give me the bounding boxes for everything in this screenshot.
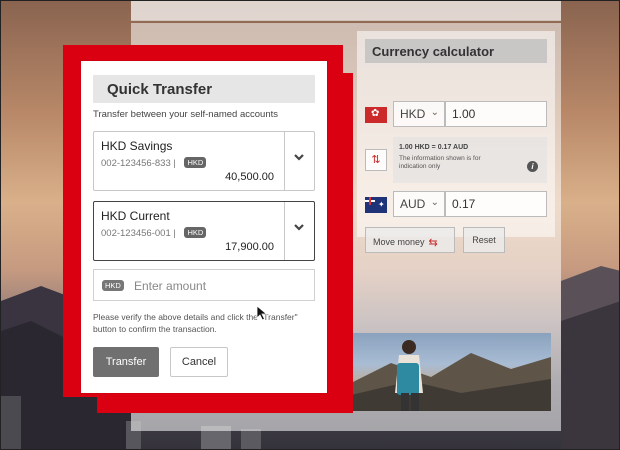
move-money-button[interactable]: Move money ⇆ — [365, 227, 455, 253]
calculator-title: Currency calculator — [365, 39, 547, 63]
exchange-rate-text: 1.00 HKD = 0.17 AUD — [399, 144, 469, 151]
account-number-separator: | — [173, 158, 176, 169]
to-amount-input[interactable]: 0.17 — [445, 191, 547, 217]
account-name: HKD Savings — [101, 139, 173, 153]
page-header-strip — [131, 1, 561, 21]
hong-kong-flag-icon — [365, 107, 387, 123]
currency-calculator: Currency calculator HKD ⌄ 1.00 ⇅ 1.00 HK… — [357, 31, 555, 253]
account-number-separator: | — [173, 228, 176, 239]
to-currency-label: AUD — [400, 197, 426, 211]
currency-badge: HKD — [102, 280, 124, 291]
amount-field[interactable]: HKD — [93, 269, 315, 301]
modal-red-shadow-bottom — [97, 397, 353, 413]
transfer-button[interactable]: Transfer — [93, 347, 159, 377]
from-currency-label: HKD — [400, 107, 426, 121]
promo-image — [351, 333, 551, 411]
chevron-down-icon: ⌄ — [430, 197, 439, 208]
from-amount-input[interactable]: 1.00 — [445, 101, 547, 127]
chevron-down-icon — [294, 154, 304, 161]
move-money-icon: ⇆ — [428, 237, 438, 249]
rate-disclaimer: The information shown is for indication … — [399, 155, 481, 170]
swap-icon[interactable]: ⇅ — [365, 149, 387, 171]
from-account-select[interactable]: HKD Savings 002-123456-833 | HKD 40,500.… — [93, 131, 315, 191]
chevron-down-icon: ⌄ — [430, 107, 439, 118]
info-icon[interactable]: i — [527, 161, 538, 172]
account-balance: 17,900.00 — [225, 241, 274, 253]
account-balance: 40,500.00 — [225, 171, 274, 183]
account-number-line: 002-123456-833 | HKD — [101, 157, 207, 169]
cancel-button[interactable]: Cancel — [170, 347, 228, 377]
move-money-label: Move money — [373, 237, 425, 247]
from-currency-select[interactable]: HKD ⌄ — [393, 101, 445, 127]
australia-flag-icon — [365, 197, 387, 213]
account-dropdown-toggle[interactable] — [284, 202, 314, 260]
account-number: 002-123456-833 — [101, 158, 171, 169]
account-number-line: 002-123456-001 | HKD — [101, 227, 207, 239]
reset-button[interactable]: Reset — [463, 227, 505, 253]
account-dropdown-toggle[interactable] — [284, 132, 314, 190]
amount-input[interactable] — [134, 276, 304, 296]
modal-subtitle: Transfer between your self-named account… — [93, 109, 278, 120]
to-account-select[interactable]: HKD Current 002-123456-001 | HKD 17,900.… — [93, 201, 315, 261]
to-currency-select[interactable]: AUD ⌄ — [393, 191, 445, 217]
modal-red-shadow-right — [337, 73, 353, 413]
currency-badge: HKD — [184, 157, 207, 168]
verify-instructions: Please verify the above details and clic… — [93, 312, 298, 334]
chevron-down-icon — [294, 224, 304, 231]
account-name: HKD Current — [101, 209, 170, 223]
mouse-cursor-icon — [256, 305, 268, 321]
promo-scene — [351, 340, 551, 411]
rate-info-box: 1.00 HKD = 0.17 AUD The information show… — [393, 137, 547, 183]
modal-title: Quick Transfer — [93, 75, 315, 103]
account-number: 002-123456-001 — [101, 228, 171, 239]
screenshot-frame: Currency calculator HKD ⌄ 1.00 ⇅ 1.00 HK… — [0, 0, 620, 450]
quick-transfer-modal: Quick Transfer Transfer between your sel… — [81, 61, 327, 393]
currency-badge: HKD — [184, 227, 207, 238]
